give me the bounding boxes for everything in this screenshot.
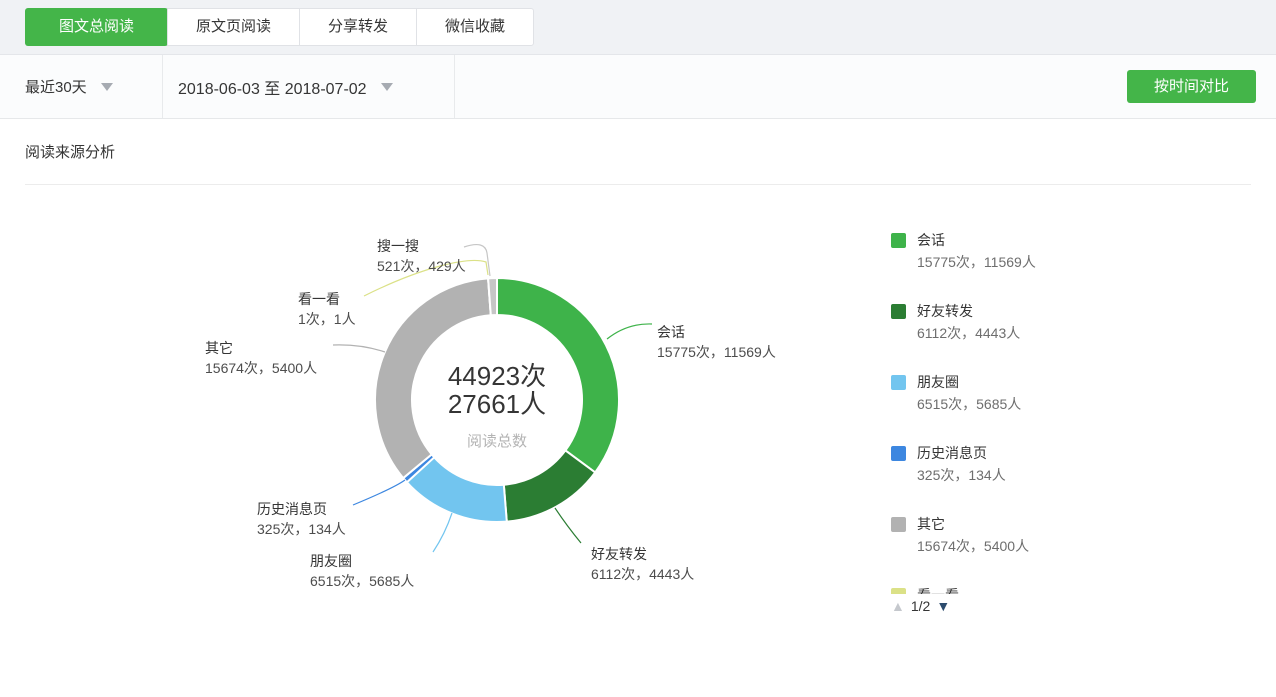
date-range-dropdown[interactable]: 2018-06-03 至 2018-07-02 xyxy=(163,55,455,118)
main-content: 阅读来源分析 44923次 27661人 阅读总数 搜一搜 521次，429人 … xyxy=(0,119,1276,697)
leader-line-lishixiaoxiye xyxy=(353,480,405,505)
range-dropdown-label: 最近30天 xyxy=(25,76,87,97)
chevron-down-icon xyxy=(381,83,393,91)
callout-value: 15674次，5400人 xyxy=(205,358,317,378)
pie-slice-2[interactable] xyxy=(504,450,595,521)
callout-pengyouquan: 朋友圈 6515次，5685人 xyxy=(310,551,414,591)
date-range-label: 2018-06-03 至 2018-07-02 xyxy=(178,75,367,99)
callout-souyisou: 搜一搜 521次，429人 xyxy=(377,236,466,276)
legend-value: 325次，134人 xyxy=(917,466,1006,485)
legend-item-kanyikan[interactable]: 看一看 1次，1人 xyxy=(891,586,1121,594)
callout-value: 6515次，5685人 xyxy=(310,571,414,591)
callout-value: 521次，429人 xyxy=(377,256,466,276)
callout-name: 会话 xyxy=(657,322,776,342)
callout-value: 6112次，4443人 xyxy=(591,564,694,584)
legend-swatch xyxy=(891,233,906,248)
legend-label: 好友转发 xyxy=(917,302,1020,321)
top-tab-bar: 图文总阅读 原文页阅读 分享转发 微信收藏 xyxy=(0,0,1276,55)
legend-item-pengyouquan[interactable]: 朋友圈 6515次，5685人 xyxy=(891,373,1121,417)
legend-value: 15775次，11569人 xyxy=(917,253,1036,272)
pie-slice-7[interactable] xyxy=(488,278,497,315)
filter-bar: 最近30天 2018-06-03 至 2018-07-02 按时间对比 xyxy=(0,55,1276,119)
legend-value: 6515次，5685人 xyxy=(917,395,1021,414)
callout-value: 325次，134人 xyxy=(257,519,346,539)
legend-item-huihua[interactable]: 会话 15775次，11569人 xyxy=(891,231,1121,275)
legend-swatch xyxy=(891,375,906,390)
pie-slice-5[interactable] xyxy=(375,278,491,478)
legend-pagination: ▲ 1/2 ▼ xyxy=(891,598,950,614)
chart-legend: 会话 15775次，11569人 好友转发 6112次，4443人 朋友圈 65… xyxy=(891,231,1121,594)
callout-name: 朋友圈 xyxy=(310,551,414,571)
tab-wechat-favorites[interactable]: 微信收藏 xyxy=(416,9,533,45)
leader-line-qita xyxy=(333,345,385,352)
tab-group: 图文总阅读 原文页阅读 分享转发 微信收藏 xyxy=(25,8,534,46)
callout-value: 1次，1人 xyxy=(298,309,356,329)
callout-haoyouzhuanfa: 好友转发 6112次，4443人 xyxy=(591,544,694,584)
legend-page-up-icon[interactable]: ▲ xyxy=(891,598,905,614)
legend-page-down-icon[interactable]: ▼ xyxy=(936,598,950,614)
compare-by-time-button[interactable]: 按时间对比 xyxy=(1127,70,1256,103)
callout-name: 搜一搜 xyxy=(377,236,466,256)
legend-label: 会话 xyxy=(917,231,1036,250)
legend-swatch xyxy=(891,304,906,319)
analytics-page: 图文总阅读 原文页阅读 分享转发 微信收藏 最近30天 2018-06-03 至… xyxy=(0,0,1276,697)
legend-item-qita[interactable]: 其它 15674次，5400人 xyxy=(891,515,1121,559)
callout-value: 15775次，11569人 xyxy=(657,342,776,362)
legend-label: 历史消息页 xyxy=(917,444,1006,463)
callout-huihua: 会话 15775次，11569人 xyxy=(657,322,776,362)
legend-value: 6112次，4443人 xyxy=(917,324,1020,343)
callout-name: 看一看 xyxy=(298,289,356,309)
legend-swatch xyxy=(891,517,906,532)
legend-label: 其它 xyxy=(917,515,1029,534)
legend-swatch xyxy=(891,446,906,461)
legend-swatch xyxy=(891,588,906,594)
tab-original-page-reads[interactable]: 原文页阅读 xyxy=(167,9,299,45)
legend-label: 看一看 xyxy=(917,586,975,594)
callout-name: 其它 xyxy=(205,338,317,358)
chevron-down-icon xyxy=(101,83,113,91)
legend-page-indicator: 1/2 xyxy=(911,598,930,614)
tab-total-article-reads[interactable]: 图文总阅读 xyxy=(25,8,168,46)
tab-share-forward[interactable]: 分享转发 xyxy=(299,9,416,45)
callout-qita: 其它 15674次，5400人 xyxy=(205,338,317,378)
legend-item-haoyouzhuanfa[interactable]: 好友转发 6112次，4443人 xyxy=(891,302,1121,346)
legend-value: 15674次，5400人 xyxy=(917,537,1029,556)
range-dropdown[interactable]: 最近30天 xyxy=(0,55,163,118)
leader-line-haoyouzhuanfa xyxy=(555,508,581,543)
callout-kanyikan: 看一看 1次，1人 xyxy=(298,289,356,329)
callout-name: 历史消息页 xyxy=(257,499,346,519)
leader-line-huihua xyxy=(607,324,652,339)
leader-line-pengyouquan xyxy=(433,513,452,552)
legend-item-lishixiaoxiye[interactable]: 历史消息页 325次，134人 xyxy=(891,444,1121,488)
callout-lishixiaoxiye: 历史消息页 325次，134人 xyxy=(257,499,346,539)
callout-name: 好友转发 xyxy=(591,544,694,564)
pie-slice-1[interactable] xyxy=(497,278,619,472)
legend-label: 朋友圈 xyxy=(917,373,1021,392)
